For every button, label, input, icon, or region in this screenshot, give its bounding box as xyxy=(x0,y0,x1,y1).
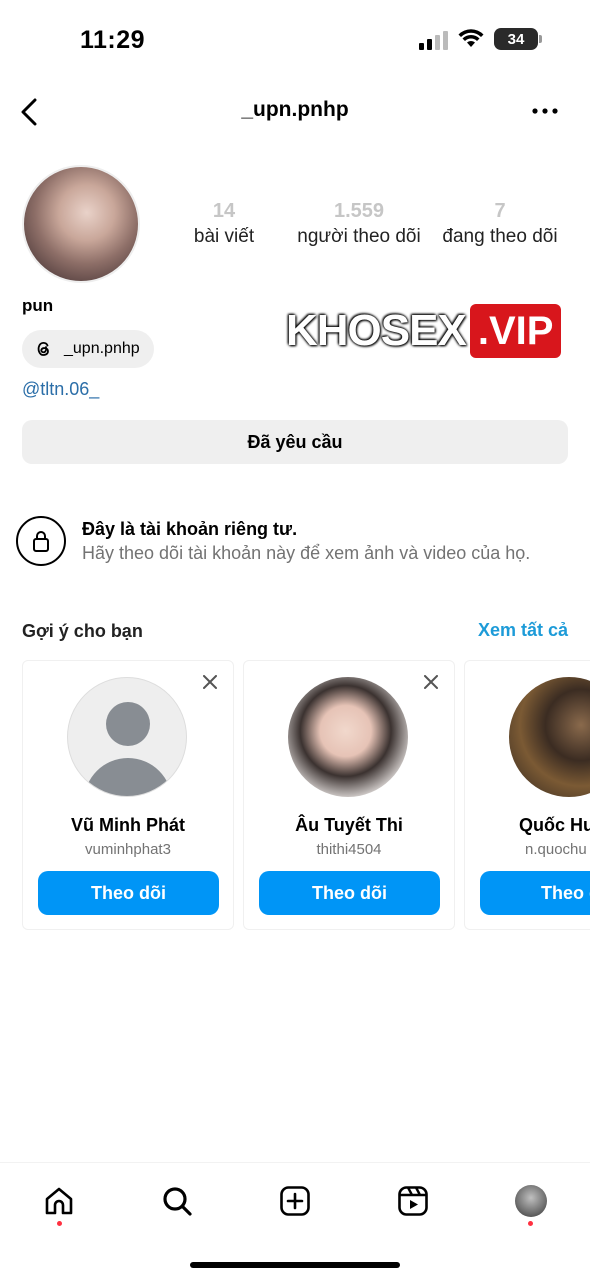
tab-home[interactable] xyxy=(39,1181,79,1221)
suggestion-card[interactable]: Quốc Hu n.quochu Theo d xyxy=(464,660,590,930)
wifi-icon xyxy=(458,29,484,47)
suggestion-avatar[interactable] xyxy=(288,677,408,797)
tab-search[interactable] xyxy=(157,1181,197,1221)
close-icon xyxy=(424,675,438,689)
see-all-link[interactable]: Xem tất cả xyxy=(478,620,568,641)
follow-button[interactable]: Theo d xyxy=(480,871,590,915)
home-icon xyxy=(45,1187,73,1215)
bottom-tab-bar xyxy=(0,1162,590,1242)
threads-icon xyxy=(37,341,49,356)
stat-following-label: đang theo dõi xyxy=(442,226,558,247)
private-account-title: Đây là tài khoản riêng tư. xyxy=(82,519,298,539)
stat-posts-label: bài viết xyxy=(193,226,255,247)
stat-following[interactable]: 7 đang theo dõi xyxy=(430,200,570,248)
suggestion-card[interactable]: Âu Tuyết Thi thithi4504 Theo dõi xyxy=(243,660,455,930)
dismiss-button[interactable] xyxy=(199,671,221,693)
follow-button[interactable]: Theo dõi xyxy=(259,871,440,915)
suggestions-title: Gợi ý cho bạn xyxy=(22,621,143,641)
suggestion-username: n.quochu xyxy=(525,841,587,858)
close-icon xyxy=(203,675,217,689)
reels-icon xyxy=(398,1186,428,1216)
suggestion-name: Âu Tuyết Thi xyxy=(295,815,403,835)
cellular-signal-icon xyxy=(419,28,448,50)
create-icon xyxy=(280,1186,310,1216)
suggestion-username: thithi4504 xyxy=(316,841,382,858)
suggestion-avatar[interactable] xyxy=(509,677,590,797)
lock-icon xyxy=(16,516,66,566)
watermark-badge: .VIP xyxy=(469,304,562,358)
watermark-logo: KHOSEX .VIP xyxy=(286,304,562,358)
follow-button[interactable]: Theo dõi xyxy=(38,871,219,915)
threads-handle: _upn.pnhp xyxy=(64,340,140,357)
private-account-description: Hãy theo dõi tài khoản này để xem ảnh và… xyxy=(82,543,531,563)
suggestion-card[interactable]: Vũ Minh Phát vuminhphat3 Theo dõi xyxy=(22,660,234,930)
suggestion-name: Quốc Hu xyxy=(519,815,590,835)
profile-header: _upn.pnhp xyxy=(0,80,590,144)
tab-reels[interactable] xyxy=(393,1181,433,1221)
stat-followers-count: 1.559 xyxy=(333,200,385,222)
profile-avatar[interactable] xyxy=(22,165,140,283)
stat-posts-count: 14 xyxy=(212,200,236,222)
more-horizontal-icon xyxy=(532,108,558,114)
page-title: _upn.pnhp xyxy=(241,98,349,121)
more-options-button[interactable] xyxy=(530,96,560,126)
default-avatar-icon[interactable] xyxy=(67,677,187,797)
status-bar: 11:29 34 xyxy=(0,0,590,80)
status-time: 11:29 xyxy=(80,26,146,54)
watermark-text: KHOSEX xyxy=(286,306,467,355)
profile-avatar xyxy=(515,1185,547,1217)
tab-profile[interactable] xyxy=(511,1181,551,1221)
stat-posts[interactable]: 14 bài viết xyxy=(160,200,288,248)
notification-dot xyxy=(57,1221,62,1226)
suggestion-name: Vũ Minh Phát xyxy=(71,815,185,835)
search-icon xyxy=(163,1187,192,1216)
stat-followers[interactable]: 1.559 người theo dõi xyxy=(288,200,430,248)
battery-icon: 34 xyxy=(494,28,542,50)
dismiss-button[interactable] xyxy=(420,671,442,693)
display-name: pun xyxy=(22,296,54,315)
notification-dot xyxy=(528,1221,533,1226)
bio-mention-link[interactable]: @tltn.06_ xyxy=(22,379,99,400)
profile-stats: 14 bài viết 1.559 người theo dõi 7 đang … xyxy=(160,200,580,248)
stat-followers-label: người theo dõi xyxy=(297,226,421,247)
tab-create[interactable] xyxy=(275,1181,315,1221)
home-indicator xyxy=(190,1262,400,1268)
requested-button[interactable]: Đã yêu cầu xyxy=(22,420,568,464)
stat-following-count: 7 xyxy=(494,200,506,222)
threads-badge[interactable]: _upn.pnhp xyxy=(22,330,154,368)
suggestion-username: vuminhphat3 xyxy=(85,841,171,858)
status-icons: 34 xyxy=(419,28,542,50)
